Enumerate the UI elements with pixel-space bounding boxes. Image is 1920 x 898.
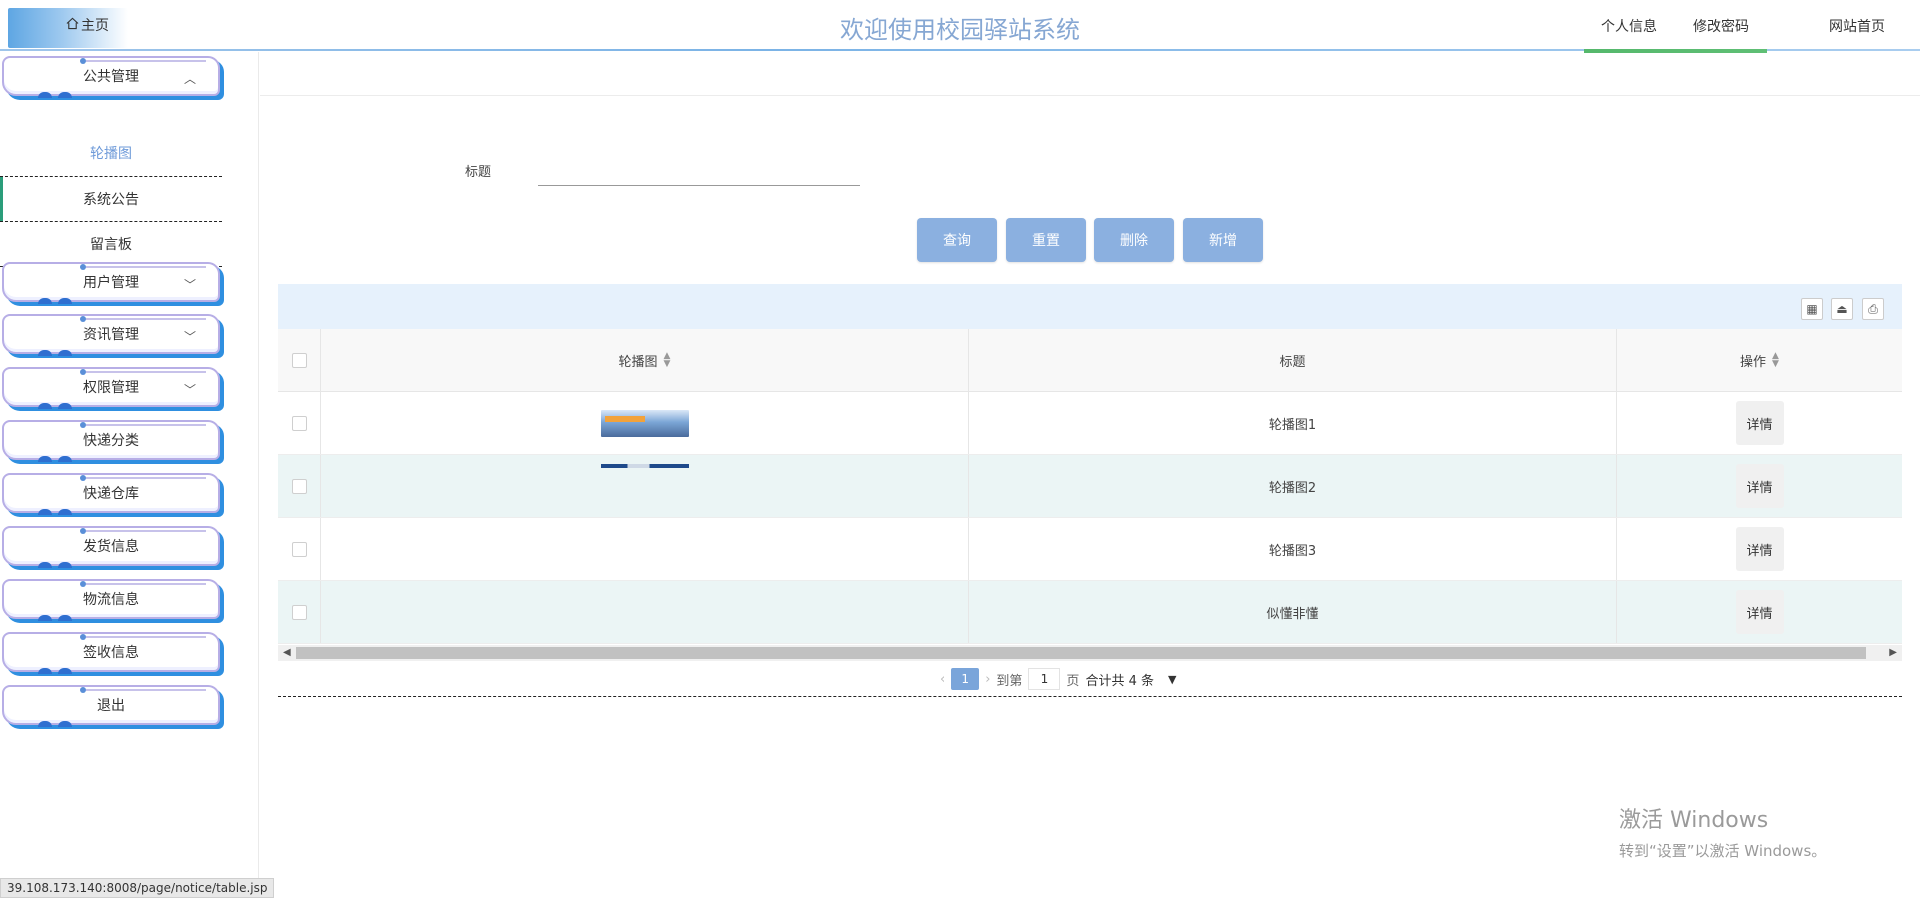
columns-icon[interactable]: ▦ <box>1801 298 1823 320</box>
current-page[interactable]: 1 <box>951 668 980 690</box>
menu-label: 权限管理 <box>83 380 139 396</box>
next-page-icon[interactable]: › <box>985 672 990 687</box>
nav-site-home-link[interactable]: 网站首页 <box>1829 16 1885 36</box>
menu-receipt-info[interactable]: 签收信息 <box>2 632 220 674</box>
sidebar-item-label: 轮播图 <box>90 146 132 162</box>
menu-label: 物流信息 <box>83 592 139 608</box>
column-header-label: 轮播图 <box>618 354 658 370</box>
menu-label: 发货信息 <box>83 539 139 555</box>
column-header-title: 标题 <box>969 329 1617 391</box>
sidebar-divider <box>258 52 259 898</box>
column-header-image[interactable]: 轮播图 ▲ ▼ <box>321 329 969 391</box>
menu-label: 快递分类 <box>83 433 139 449</box>
chevron-down-icon: ﹀ <box>183 278 196 292</box>
table-row: 轮播图1 详情 <box>278 392 1902 455</box>
sidebar-item-label: 系统公告 <box>83 192 139 208</box>
total-count: 合计共 4 条 <box>1085 673 1154 689</box>
carousel-thumbnail <box>600 464 689 468</box>
add-button[interactable]: 新增 <box>1183 218 1263 262</box>
menu-label: 快递仓库 <box>83 486 139 502</box>
sidebar-item-label: 留言板 <box>90 237 132 253</box>
detail-button[interactable]: 详情 <box>1735 590 1784 634</box>
menu-public-management[interactable]: 公共管理 ︿ <box>2 56 220 98</box>
chevron-down-icon: ﹀ <box>183 330 196 344</box>
chevron-down-icon: ﹀ <box>183 383 196 397</box>
top-header: 主页 欢迎使用校园驿站系统 个人信息 修改密码 网站首页 <box>0 0 1920 53</box>
menu-label: 签收信息 <box>83 645 139 661</box>
menu-user-management[interactable]: 用户管理 ﹀ <box>2 262 220 304</box>
query-button[interactable]: 查询 <box>917 218 997 262</box>
select-all-cell <box>278 329 321 391</box>
select-all-checkbox[interactable] <box>291 352 307 368</box>
nav-profile-link[interactable]: 个人信息 <box>1601 16 1657 36</box>
active-indicator <box>0 177 3 221</box>
windows-activation-watermark: 激活 Windows 转到“设置”以激活 Windows。 <box>1619 802 1826 861</box>
menu-logout[interactable]: 退出 <box>2 685 220 727</box>
row-checkbox[interactable] <box>291 415 307 431</box>
menu-express-category[interactable]: 快递分类 <box>2 420 220 462</box>
nav-active-underline <box>1584 49 1767 53</box>
row-title: 轮播图3 <box>1268 543 1317 559</box>
chevron-down-icon: ▼ <box>1167 672 1177 686</box>
column-header-label: 标题 <box>1279 354 1306 370</box>
menu-label: 资讯管理 <box>83 327 139 343</box>
title-search-input[interactable] <box>538 150 860 186</box>
table-row: 轮播图3 详情 <box>278 518 1902 581</box>
data-table: 轮播图 ▲ ▼ 标题 操作 ▲ ▼ 轮播图1 详情 轮播图2 详情 轮播图3 详情 … <box>278 329 1902 649</box>
pagination: ‹ 1 › 到第 1 页 合计共 4 条 ▼ <box>940 668 1176 690</box>
row-checkbox[interactable] <box>291 604 307 620</box>
menu-label: 退出 <box>97 698 125 714</box>
menu-label: 用户管理 <box>83 275 139 291</box>
menu-express-warehouse[interactable]: 快递仓库 <box>2 473 220 515</box>
sidebar: 公共管理 ︿ 轮播图 系统公告 留言板 用户管理 ﹀ 资讯管理 ﹀ 权限管理 ﹀… <box>0 52 260 898</box>
table-horizontal-scrollbar[interactable]: ◀ ▶ <box>278 645 1902 661</box>
menu-logistics-info[interactable]: 物流信息 <box>2 579 220 621</box>
detail-button[interactable]: 详情 <box>1735 527 1784 571</box>
table-row: 似懂非懂 详情 <box>278 581 1902 644</box>
row-title: 轮播图1 <box>1268 417 1317 433</box>
scrollbar-thumb[interactable] <box>296 647 1866 659</box>
delete-button[interactable]: 删除 <box>1094 218 1174 262</box>
watermark-line1: 激活 Windows <box>1619 808 1769 833</box>
detail-button[interactable]: 详情 <box>1735 464 1784 508</box>
goto-label: 到第 <box>996 673 1023 689</box>
table-row: 轮播图2 详情 <box>278 455 1902 518</box>
page-unit-label: 页 <box>1066 673 1080 689</box>
row-title: 似懂非懂 <box>1266 606 1319 622</box>
scroll-left-icon[interactable]: ◀ <box>283 645 291 661</box>
table-header: 轮播图 ▲ ▼ 标题 操作 ▲ ▼ <box>278 329 1902 392</box>
chevron-up-icon: ︿ <box>183 72 196 86</box>
table-bottom-divider <box>278 696 1902 697</box>
export-icon[interactable]: ⏏ <box>1831 298 1853 320</box>
sort-icon[interactable]: ▲ ▼ <box>664 352 671 369</box>
sort-icon[interactable]: ▲ ▼ <box>1772 352 1779 369</box>
page-size-select[interactable]: 合计共 4 条 ▼ <box>1085 670 1176 689</box>
watermark-line2: 转到“设置”以激活 Windows。 <box>1619 842 1827 860</box>
column-header-label: 操作 <box>1740 354 1767 370</box>
prev-page-icon[interactable]: ‹ <box>940 672 945 687</box>
menu-shipping-info[interactable]: 发货信息 <box>2 526 220 568</box>
scroll-right-icon[interactable]: ▶ <box>1889 645 1897 661</box>
menu-news-management[interactable]: 资讯管理 ﹀ <box>2 314 220 356</box>
sidebar-item-message-board[interactable]: 留言板 <box>0 222 222 267</box>
sidebar-item-carousel[interactable]: 轮播图 <box>0 130 222 177</box>
sidebar-item-announcement[interactable]: 系统公告 <box>0 177 222 222</box>
search-label: 标题 <box>465 165 492 180</box>
column-header-actions[interactable]: 操作 ▲ ▼ <box>1617 329 1902 391</box>
nav-change-password-link[interactable]: 修改密码 <box>1693 16 1749 36</box>
reset-button[interactable]: 重置 <box>1006 218 1086 262</box>
status-bar-url: 39.108.173.140:8008/page/notice/table.js… <box>0 878 275 898</box>
row-checkbox[interactable] <box>291 478 307 494</box>
print-icon[interactable]: ⎙ <box>1862 298 1884 320</box>
detail-button[interactable]: 详情 <box>1735 401 1784 445</box>
row-title: 轮播图2 <box>1268 480 1317 496</box>
menu-label: 公共管理 <box>83 69 139 85</box>
page-number-input[interactable]: 1 <box>1028 668 1061 690</box>
carousel-thumbnail <box>600 409 689 437</box>
table-toolbar: ▦ ⏏ ⎙ <box>278 284 1902 329</box>
menu-permission-management[interactable]: 权限管理 ﹀ <box>2 367 220 409</box>
row-checkbox[interactable] <box>291 541 307 557</box>
